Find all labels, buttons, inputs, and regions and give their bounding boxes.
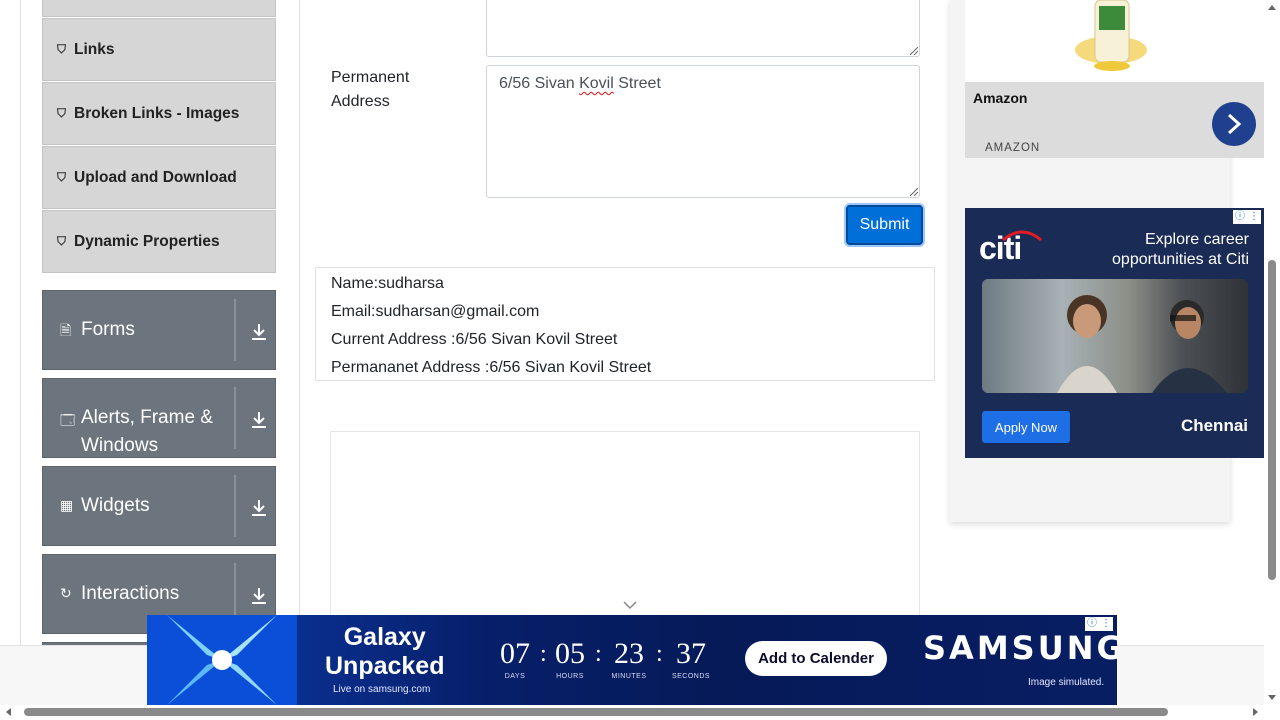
sidebar-group-forms[interactable]: 🗎 Forms	[42, 290, 276, 370]
burst-graphic	[147, 615, 297, 705]
form-icon: 🗎	[60, 323, 72, 339]
galaxy-title: Galaxy Unpacked	[325, 623, 445, 680]
countdown-hours: 05 HOURS	[555, 637, 585, 680]
permanent-address-label: Permanent Address	[331, 69, 410, 110]
submit-button[interactable]: Submit	[846, 205, 923, 245]
sidebar-group-widgets[interactable]: ▦ Widgets	[42, 466, 276, 546]
sidebar-item-broken-links[interactable]: ⛉ Broken Links - Images	[42, 82, 276, 145]
chevron-down-icon[interactable]	[623, 600, 637, 610]
group-divider	[234, 387, 236, 449]
countdown-separator: :	[540, 641, 547, 667]
more-icon[interactable]: ⋮	[1247, 210, 1261, 224]
group-label: Alerts, Frame &	[81, 407, 213, 428]
countdown-separator: :	[656, 641, 663, 667]
sidebar-item-upload-download[interactable]: ⛉ Upload and Download	[42, 146, 276, 209]
scroll-right-icon[interactable]	[1251, 707, 1261, 717]
group-divider	[234, 299, 236, 361]
group-divider	[234, 475, 236, 537]
sidebar-group-alerts[interactable]: 🗔 Alerts, Frame & Windows	[42, 378, 276, 458]
chevron-right-button[interactable]	[1212, 102, 1256, 146]
download-icon[interactable]	[249, 322, 269, 342]
amazon-ad[interactable]: Amazon AMAZON	[965, 0, 1265, 158]
html5-icon: ⛉	[57, 170, 67, 184]
sidebar-left-border	[20, 0, 21, 645]
samsung-ad[interactable]: Galaxy Unpacked Live on samsung.com 07 D…	[147, 615, 1117, 705]
scroll-down-icon[interactable]	[1267, 693, 1277, 703]
info-icon[interactable]: ⓘ	[1233, 210, 1247, 224]
samsung-logo: SAMSUNG	[923, 629, 1117, 667]
sidebar-item-label: Upload and Download	[74, 168, 237, 186]
download-icon[interactable]	[249, 410, 269, 430]
countdown-separator: :	[595, 641, 602, 667]
output-panel: Name:sudharsa Email:sudharsan@gmail.com …	[315, 267, 935, 381]
content-divider	[299, 0, 300, 645]
apply-now-button[interactable]: Apply Now	[982, 411, 1070, 443]
countdown-seconds: 37 SECONDS	[671, 637, 711, 680]
resize-handle-icon[interactable]	[910, 188, 918, 196]
countdown-days: 07 DAYS	[500, 637, 530, 680]
ad-choices[interactable]: ⓘ ⋮	[1233, 210, 1261, 224]
sidebar-item-dynamic-properties[interactable]: ⛉ Dynamic Properties	[42, 210, 276, 273]
ad-subtitle: Live on samsung.com	[333, 684, 431, 695]
chevron-right-icon	[1227, 113, 1242, 135]
ad-title: Amazon	[973, 90, 1028, 106]
group-label: Interactions	[81, 583, 180, 604]
download-icon[interactable]	[249, 586, 269, 606]
more-icon[interactable]: ⋮	[1099, 617, 1113, 631]
resize-handle-icon[interactable]	[910, 47, 918, 55]
html5-icon: ⛉	[57, 106, 67, 120]
output-name: Name:sudharsa	[331, 275, 444, 292]
group-label: Forms	[81, 319, 135, 340]
horizontal-scrollbar[interactable]	[0, 705, 1264, 720]
amazon-ad-band: Amazon AMAZON	[965, 82, 1265, 158]
product-image	[965, 0, 1265, 82]
add-to-calendar-button[interactable]: Add to Calender	[745, 641, 887, 676]
countdown-minutes: 23 MINUTES	[611, 637, 647, 680]
ad-photo	[982, 279, 1248, 393]
html5-icon: ⛉	[57, 234, 67, 248]
scroll-left-icon[interactable]	[3, 707, 13, 717]
misspelled-word: Kovil	[579, 75, 614, 92]
vertical-scroll-thumb[interactable]	[1268, 260, 1276, 580]
citi-arc-icon	[1002, 230, 1042, 242]
group-label: Widgets	[81, 495, 150, 516]
horizontal-scroll-thumb[interactable]	[24, 708, 1168, 716]
widgets-icon: ▦	[60, 498, 74, 514]
vertical-scrollbar[interactable]	[1264, 0, 1280, 705]
ad-source: AMAZON	[985, 142, 1041, 154]
current-address-textarea[interactable]	[486, 0, 920, 57]
citi-ad[interactable]: citi Explore career opportunities at Cit…	[965, 208, 1265, 458]
info-icon[interactable]: ⓘ	[1085, 617, 1099, 631]
download-icon[interactable]	[249, 498, 269, 518]
sidebar-item-label: Dynamic Properties	[74, 232, 220, 250]
output-permanent-address: Permananet Address :6/56 Sivan Kovil Str…	[331, 359, 652, 376]
output-email: Email:sudharsan@gmail.com	[331, 303, 540, 320]
html5-icon: ⛉	[57, 42, 67, 56]
ad-choices[interactable]: ⓘ ⋮	[1085, 617, 1113, 631]
permanent-address-textarea[interactable]: 6/56 Sivan Kovil Street	[486, 65, 920, 198]
ad-disclaimer: Image simulated.	[1028, 677, 1105, 688]
scroll-up-icon[interactable]	[1267, 2, 1277, 12]
citi-headline: Explore career opportunities at Citi	[1112, 231, 1249, 268]
ad-placeholder	[330, 431, 920, 621]
sidebar-item-links[interactable]: ⛉ Links	[42, 18, 276, 81]
group-label: Windows	[81, 435, 159, 456]
sidebar-item-partial[interactable]	[42, 0, 276, 17]
window-icon: 🗔	[60, 413, 76, 429]
sidebar-item-label: Broken Links - Images	[74, 104, 240, 122]
citi-city: Chennai	[1180, 416, 1248, 435]
output-current-address: Current Address :6/56 Sivan Kovil Street	[331, 331, 618, 348]
interactions-icon: ↻	[60, 586, 72, 602]
sidebar-item-label: Links	[74, 40, 115, 58]
